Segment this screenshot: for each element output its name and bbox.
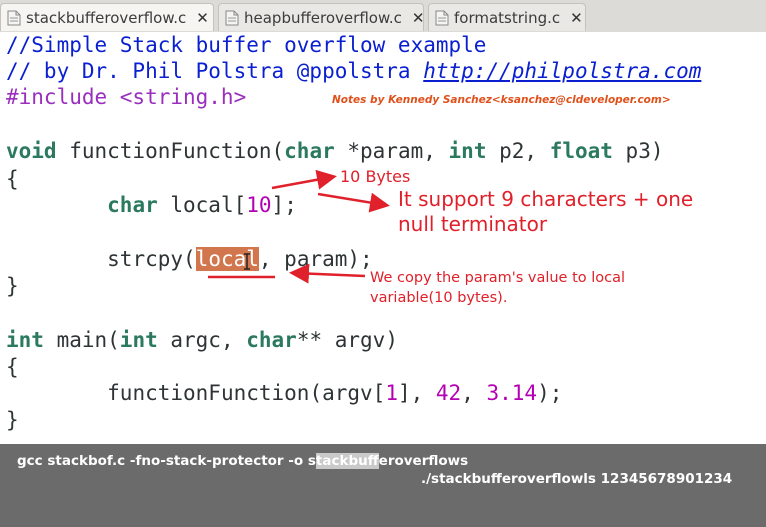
arrow-to-support	[317, 192, 390, 213]
command-text: gcc stackbof.c -fno-stack-protector -o s	[17, 453, 316, 469]
terminal-command-1: gcc stackbof.c -fno-stack-protector -o s…	[17, 453, 468, 469]
terminal-panel[interactable]: gcc stackbof.c -fno-stack-protector -o s…	[0, 444, 766, 527]
command-text: eroverflows	[378, 453, 469, 469]
terminal-command-2: ./stackbufferoverflowls 12345678901234	[421, 471, 733, 487]
arrow-to-bytes	[271, 169, 337, 190]
arrow-to-local	[289, 263, 366, 284]
selected-text: tackbuff	[315, 453, 379, 469]
text-cursor-icon	[244, 253, 250, 270]
